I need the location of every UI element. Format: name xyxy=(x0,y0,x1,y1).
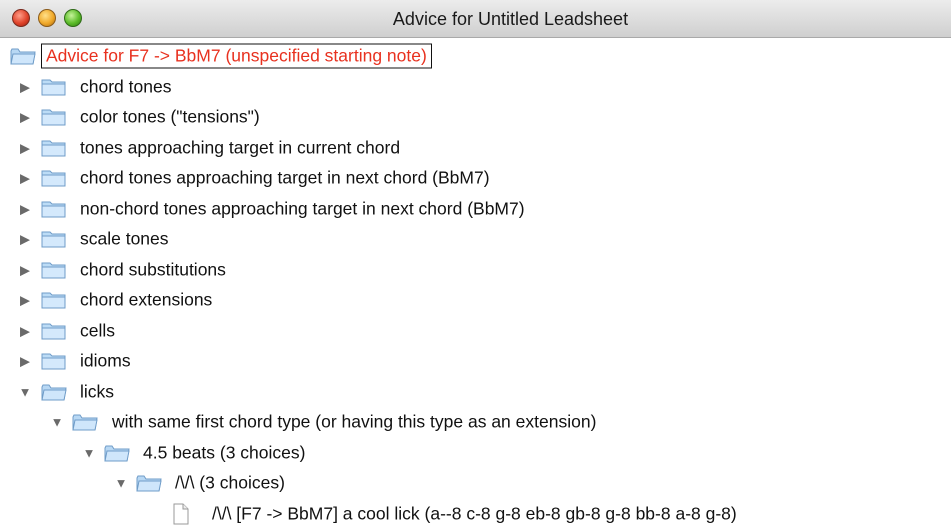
tree-item-non-chord-tones-approaching-next[interactable]: ▶ non-chord tones approaching target in … xyxy=(0,194,951,225)
folder-icon xyxy=(41,229,67,249)
tree-item-idioms[interactable]: ▶ idioms xyxy=(0,346,951,377)
tree-root[interactable]: Advice for F7 -> BbM7 (unspecified start… xyxy=(0,41,951,72)
tree-item-label: tones approaching target in current chor… xyxy=(80,137,401,158)
tree-item-label: licks xyxy=(80,381,115,402)
lick-leaf-label[interactable]: /\/\ [F7 -> BbM7] a cool lick (a--8 c-8 … xyxy=(212,503,737,524)
tree-item-licks[interactable]: ▼ licks xyxy=(0,377,951,408)
collapse-triangle-icon[interactable]: ▼ xyxy=(82,446,96,459)
folder-icon xyxy=(41,199,67,219)
expand-triangle-icon[interactable]: ▶ xyxy=(18,263,32,276)
folder-icon xyxy=(41,138,67,158)
folder-open-icon xyxy=(10,46,36,66)
tree-item-label: color tones ("tensions") xyxy=(80,106,260,127)
expand-triangle-icon[interactable]: ▶ xyxy=(18,202,32,215)
collapse-triangle-icon[interactable]: ▼ xyxy=(114,477,128,490)
tree-item-label: chord tones xyxy=(80,76,172,97)
expand-triangle-icon[interactable]: ▶ xyxy=(18,294,32,307)
folder-open-icon xyxy=(41,382,67,402)
tree-item-chord-substitutions[interactable]: ▶ chord substitutions xyxy=(0,255,951,286)
tree-item-tones-approaching-current[interactable]: ▶ tones approaching target in current ch… xyxy=(0,133,951,164)
folder-icon xyxy=(41,260,67,280)
tree-item-cells[interactable]: ▶ cells xyxy=(0,316,951,347)
tree-item-label: 4.5 beats (3 choices) xyxy=(143,442,306,463)
folder-open-icon xyxy=(136,473,162,493)
tree-item-chord-extensions[interactable]: ▶ chord extensions xyxy=(0,285,951,316)
tree-leaf-lick[interactable]: /\/\ [F7 -> BbM7] a cool lick (a--8 c-8 … xyxy=(0,499,951,529)
folder-icon xyxy=(41,290,67,310)
tree-item-label: with same first chord type (or having th… xyxy=(112,411,597,432)
document-icon xyxy=(172,503,190,525)
tree-item-label: idioms xyxy=(80,350,131,371)
expand-triangle-icon[interactable]: ▶ xyxy=(18,355,32,368)
advice-tree[interactable]: Advice for F7 -> BbM7 (unspecified start… xyxy=(0,41,951,529)
collapse-triangle-icon[interactable]: ▼ xyxy=(50,416,64,429)
collapse-triangle-icon[interactable]: ▼ xyxy=(18,385,32,398)
tree-item-label: /\/\ (3 choices) xyxy=(175,472,285,493)
folder-icon xyxy=(41,107,67,127)
expand-triangle-icon[interactable]: ▶ xyxy=(18,80,32,93)
expand-triangle-icon[interactable]: ▶ xyxy=(18,233,32,246)
tree-item-same-first-chord-type[interactable]: ▼ with same first chord type (or having … xyxy=(0,407,951,438)
title-bar[interactable]: Advice for Untitled Leadsheet xyxy=(0,0,951,38)
expand-triangle-icon[interactable]: ▶ xyxy=(18,172,32,185)
window-title: Advice for Untitled Leadsheet xyxy=(392,9,629,29)
folder-icon xyxy=(41,77,67,97)
tree-item-label: chord tones approaching target in next c… xyxy=(80,167,490,188)
folder-icon xyxy=(41,168,67,188)
tree-item-label: chord extensions xyxy=(80,289,213,310)
folder-icon xyxy=(41,351,67,371)
tree-item-label: non-chord tones approaching target in ne… xyxy=(80,198,525,219)
tree-item-label: scale tones xyxy=(80,228,169,249)
tree-item-scale-tones[interactable]: ▶ scale tones xyxy=(0,224,951,255)
folder-icon xyxy=(41,321,67,341)
expand-triangle-icon[interactable]: ▶ xyxy=(18,324,32,337)
tree-item-label: chord substitutions xyxy=(80,259,226,280)
tree-item-chord-tones-approaching-next[interactable]: ▶ chord tones approaching target in next… xyxy=(0,163,951,194)
tree-item-chord-tones[interactable]: ▶ chord tones xyxy=(0,72,951,103)
root-label[interactable]: Advice for F7 -> BbM7 (unspecified start… xyxy=(41,43,432,69)
advice-window: Advice for Untitled Leadsheet Advice for… xyxy=(0,0,951,529)
tree-item-4-5-beats[interactable]: ▼ 4.5 beats (3 choices) xyxy=(0,438,951,469)
tree-item-contour[interactable]: ▼ /\/\ (3 choices) xyxy=(0,468,951,499)
expand-triangle-icon[interactable]: ▶ xyxy=(18,111,32,124)
tree-item-label: cells xyxy=(80,320,116,341)
folder-open-icon xyxy=(104,443,130,463)
tree-item-color-tones[interactable]: ▶ color tones ("tensions") xyxy=(0,102,951,133)
expand-triangle-icon[interactable]: ▶ xyxy=(18,141,32,154)
folder-open-icon xyxy=(72,412,98,432)
